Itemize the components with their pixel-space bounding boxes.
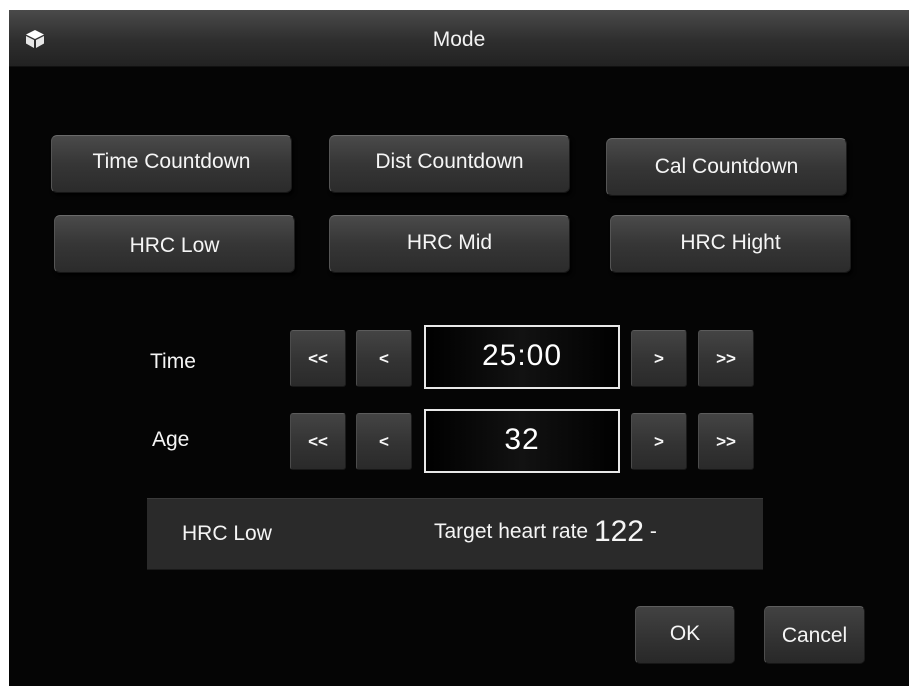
heart-rate-info-panel: HRC Low Target heart rate 122 - [147, 498, 763, 570]
cancel-button[interactable]: Cancel [764, 606, 865, 664]
age-decrease-button[interactable]: < [356, 413, 412, 470]
age-increase-button[interactable]: > [631, 413, 687, 470]
target-heart-rate-value: 122 [593, 515, 644, 548]
time-countdown-button[interactable]: Time Countdown [51, 135, 292, 193]
selected-mode-label: HRC Low [182, 522, 272, 545]
target-heart-rate-suffix: - [649, 520, 657, 543]
time-decrease-fast-button[interactable]: << [290, 330, 346, 387]
hrc-mid-button[interactable]: HRC Mid [329, 215, 570, 273]
time-increase-button[interactable]: > [631, 330, 687, 387]
time-value-display: 25:00 [424, 325, 620, 389]
window-title: Mode [432, 28, 486, 51]
hrc-low-button[interactable]: HRC Low [54, 215, 295, 273]
age-increase-fast-button[interactable]: >> [698, 413, 754, 470]
title-bar: Mode [9, 10, 909, 67]
target-heart-rate-label: Target heart rate [434, 520, 589, 543]
cal-countdown-button[interactable]: Cal Countdown [606, 138, 847, 196]
time-decrease-button[interactable]: < [356, 330, 412, 387]
mode-dialog: Mode Time Countdown Dist Countdown Cal C… [9, 10, 909, 686]
age-value-display: 32 [424, 409, 620, 473]
time-label: Time [150, 350, 196, 373]
ok-button[interactable]: OK [635, 606, 735, 664]
time-increase-fast-button[interactable]: >> [698, 330, 754, 387]
hrc-hight-button[interactable]: HRC Hight [610, 215, 851, 273]
target-heart-rate: Target heart rate 122 - [434, 515, 657, 549]
dist-countdown-button[interactable]: Dist Countdown [329, 135, 570, 193]
age-label: Age [152, 428, 190, 451]
age-decrease-fast-button[interactable]: << [290, 413, 346, 470]
